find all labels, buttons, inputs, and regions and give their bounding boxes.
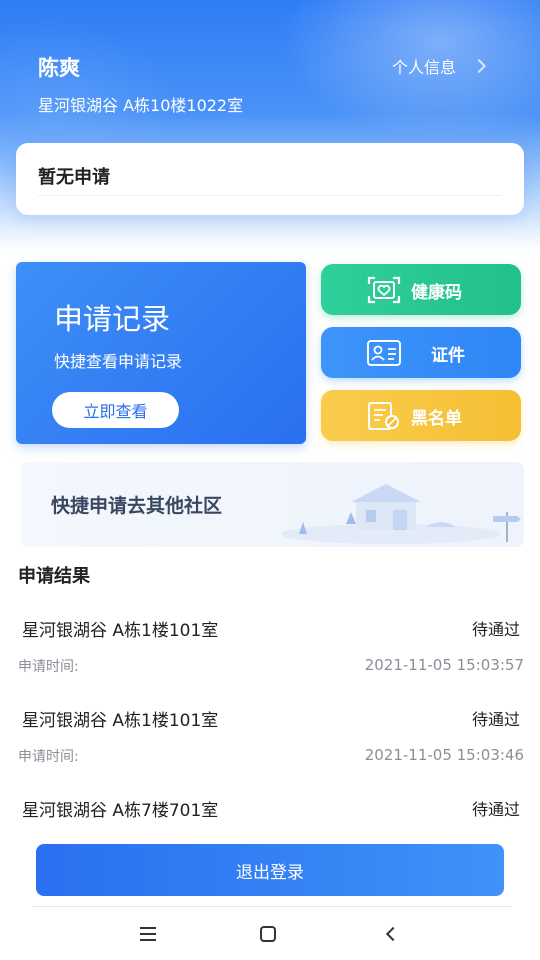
result-status: 待通过 bbox=[471, 710, 520, 729]
blacklist-icon bbox=[368, 402, 399, 430]
list-item[interactable]: 星河银湖谷 A栋1楼101室 待通过 bbox=[0, 706, 540, 731]
result-address: 星河银湖谷 A栋7楼701室 bbox=[22, 801, 219, 821]
id-card-icon bbox=[367, 340, 401, 366]
chevron-right-icon bbox=[471, 58, 487, 74]
user-address: 星河银湖谷 A栋10楼1022室 bbox=[38, 96, 244, 115]
system-nav-bar bbox=[0, 912, 540, 960]
blacklist-button[interactable]: 黑名单 bbox=[321, 390, 521, 441]
result-address: 星河银湖谷 A栋1楼101室 bbox=[22, 711, 219, 731]
view-now-button[interactable]: 立即查看 bbox=[52, 392, 179, 428]
result-time-row: 申请时间: 2021-11-05 15:03:46 bbox=[0, 746, 540, 766]
health-code-button[interactable]: 健康码 bbox=[321, 264, 521, 315]
user-name: 陈爽 bbox=[38, 56, 80, 80]
records-card-subtitle: 快捷查看申请记录 bbox=[54, 352, 183, 371]
certificate-label: 证件 bbox=[431, 346, 465, 366]
result-address: 星河银湖谷 A栋1楼101室 bbox=[22, 621, 219, 641]
records-card-title: 申请记录 bbox=[54, 302, 171, 336]
results-section-title: 申请结果 bbox=[18, 566, 90, 587]
status-card-title: 暂无申请 bbox=[38, 167, 110, 188]
logout-button[interactable]: 退出登录 bbox=[36, 844, 504, 896]
blacklist-label: 黑名单 bbox=[411, 409, 462, 429]
health-code-label: 健康码 bbox=[411, 283, 462, 303]
application-status-card: 暂无申请 bbox=[16, 143, 524, 215]
health-code-icon bbox=[367, 276, 401, 304]
apply-other-community-card[interactable]: 快捷申请去其他社区 bbox=[21, 462, 524, 547]
divider bbox=[32, 906, 512, 907]
list-item[interactable]: 星河银湖谷 A栋7楼701室 待通过 bbox=[0, 796, 540, 821]
divider bbox=[38, 195, 502, 196]
application-records-card[interactable]: 申请记录 快捷查看申请记录 立即查看 bbox=[16, 262, 306, 444]
result-status: 待通过 bbox=[471, 620, 520, 639]
time-label: 申请时间: bbox=[18, 659, 79, 675]
menu-icon[interactable] bbox=[140, 927, 156, 941]
time-label: 申请时间: bbox=[18, 749, 79, 765]
time-value: 2021-11-05 15:03:46 bbox=[364, 746, 524, 764]
profile-link-label: 个人信息 bbox=[392, 58, 457, 77]
community-card-text: 快捷申请去其他社区 bbox=[51, 495, 223, 517]
house-illustration bbox=[281, 484, 521, 544]
list-item[interactable]: 星河银湖谷 A栋1楼101室 待通过 bbox=[0, 616, 540, 641]
profile-link[interactable]: 个人信息 bbox=[392, 54, 487, 78]
back-icon[interactable] bbox=[385, 926, 401, 942]
result-status: 待通过 bbox=[471, 800, 520, 819]
certificate-button[interactable]: 证件 bbox=[321, 327, 521, 378]
result-time-row: 申请时间: 2021-11-05 15:03:57 bbox=[0, 656, 540, 676]
home-icon[interactable] bbox=[260, 926, 276, 942]
time-value: 2021-11-05 15:03:57 bbox=[364, 656, 524, 674]
